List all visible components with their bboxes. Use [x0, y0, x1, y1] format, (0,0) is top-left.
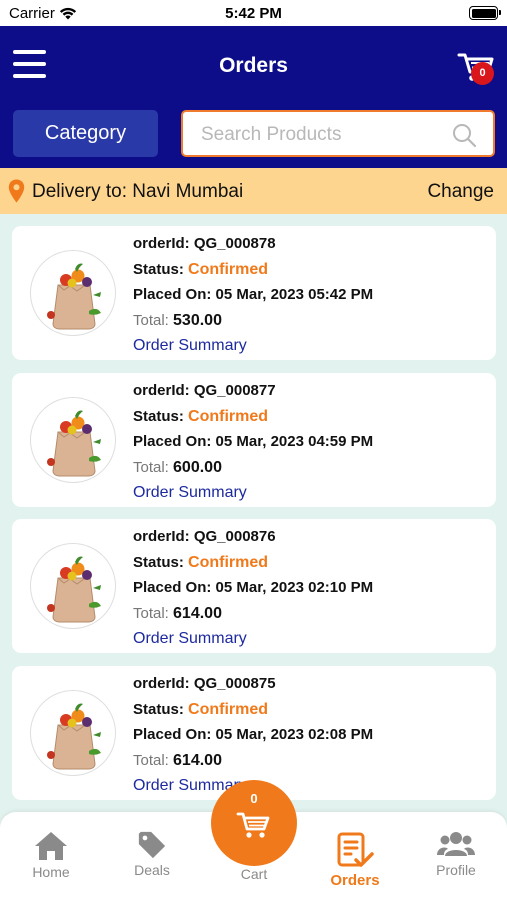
order-id-row: orderId: QG_000875: [133, 674, 373, 700]
status-label: Status:: [133, 260, 184, 278]
location-pin-icon: [8, 179, 25, 203]
order-id-label: orderId:: [133, 528, 190, 545]
total-label: Total:: [133, 311, 169, 329]
summary-row: Order Summary: [133, 336, 373, 362]
delivery-location-label: Delivery to: Navi Mumbai: [32, 181, 244, 202]
placed-on-label: Placed On:: [133, 726, 212, 743]
cart-fab-button[interactable]: 0: [211, 780, 297, 866]
tab-deals-label: Deals: [134, 862, 170, 878]
placed-on-row: Placed On: 05 Mar, 2023 02:08 PM: [133, 725, 373, 751]
tab-cart-label[interactable]: Cart: [211, 866, 297, 882]
status-value: Confirmed: [188, 407, 269, 425]
grocery-bag-icon: [47, 556, 101, 623]
status-label: Status:: [133, 553, 184, 571]
order-card[interactable]: orderId: QG_000878 Status: Confirmed Pla…: [12, 226, 496, 360]
placed-on-row: Placed On: 05 Mar, 2023 04:59 PM: [133, 432, 373, 458]
order-info: orderId: QG_000876 Status: Confirmed Pla…: [133, 527, 373, 655]
tab-orders-label: Orders: [330, 872, 380, 889]
order-image: [30, 690, 116, 776]
tab-profile[interactable]: Profile: [416, 830, 496, 878]
total-label: Total:: [133, 604, 169, 622]
home-icon: [35, 832, 67, 860]
grocery-bag-icon: [47, 703, 101, 770]
profile-icon: [437, 832, 475, 856]
order-summary-link[interactable]: Order Summary: [133, 337, 247, 354]
order-id-row: orderId: QG_000877: [133, 381, 373, 407]
total-label: Total:: [133, 751, 169, 769]
tab-orders[interactable]: Orders: [315, 830, 395, 889]
order-image: [30, 250, 116, 336]
order-id-value: QG_000877: [193, 382, 276, 399]
cart-fab-count: 0: [250, 791, 258, 806]
order-info: orderId: QG_000878 Status: Confirmed Pla…: [133, 234, 373, 362]
placed-on-label: Placed On:: [133, 579, 212, 596]
order-id-label: orderId:: [133, 382, 190, 399]
total-row: Total: 614.00: [133, 604, 373, 630]
status-label: Status:: [133, 407, 184, 425]
placed-on-value: 05 Mar, 2023 04:59 PM: [215, 433, 374, 450]
order-image: [30, 543, 116, 629]
order-id-value: QG_000878: [193, 235, 276, 252]
total-value: 600.00: [173, 458, 222, 476]
order-status-row: Status: Confirmed: [133, 700, 373, 726]
cart-count-badge: 0: [471, 62, 494, 85]
app-header: Orders 0 Category: [0, 26, 507, 168]
placed-on-value: 05 Mar, 2023 02:08 PM: [215, 726, 374, 743]
total-row: Total: 614.00: [133, 751, 373, 777]
status-bar: Carrier 5:42 PM: [0, 0, 507, 26]
search-box[interactable]: [181, 110, 495, 157]
order-summary-link[interactable]: Order Summary: [133, 630, 247, 647]
order-id-row: orderId: QG_000876: [133, 527, 373, 553]
order-card[interactable]: orderId: QG_000876 Status: Confirmed Pla…: [12, 519, 496, 653]
page-title: Orders: [219, 54, 288, 77]
search-icon[interactable]: [451, 122, 477, 148]
status-value: Confirmed: [188, 260, 269, 278]
tab-deals[interactable]: Deals: [112, 830, 192, 878]
tab-profile-label: Profile: [436, 862, 476, 878]
order-id-value: QG_000876: [193, 528, 276, 545]
summary-row: Order Summary: [133, 629, 373, 655]
placed-on-value: 05 Mar, 2023 05:42 PM: [215, 286, 374, 303]
tag-icon: [138, 831, 166, 859]
search-input[interactable]: [201, 122, 451, 148]
grocery-bag-icon: [47, 263, 101, 330]
grocery-bag-icon: [47, 410, 101, 477]
order-card[interactable]: orderId: QG_000877 Status: Confirmed Pla…: [12, 373, 496, 507]
battery-icon: [469, 6, 501, 20]
delivery-bar: Delivery to: Navi Mumbai Change: [0, 168, 507, 214]
orders-icon: [337, 832, 374, 867]
order-id-value: QG_000875: [193, 675, 276, 692]
placed-on-label: Placed On:: [133, 433, 212, 450]
status-label: Status:: [133, 700, 184, 718]
placed-on-label: Placed On:: [133, 286, 212, 303]
total-value: 614.00: [173, 604, 222, 622]
order-id-row: orderId: QG_000878: [133, 234, 373, 260]
total-value: 530.00: [173, 311, 222, 329]
order-image: [30, 397, 116, 483]
total-row: Total: 600.00: [133, 458, 373, 484]
placed-on-value: 05 Mar, 2023 02:10 PM: [215, 579, 374, 596]
order-id-label: orderId:: [133, 675, 190, 692]
change-location-link[interactable]: Change: [427, 181, 494, 203]
summary-row: Order Summary: [133, 483, 373, 509]
status-time: 5:42 PM: [225, 5, 282, 22]
order-status-row: Status: Confirmed: [133, 260, 373, 286]
order-info: orderId: QG_000877 Status: Confirmed Pla…: [133, 381, 373, 509]
cart-icon: [236, 812, 270, 838]
tab-home-label: Home: [32, 864, 70, 880]
status-value: Confirmed: [188, 700, 269, 718]
tab-home[interactable]: Home: [11, 830, 91, 880]
placed-on-row: Placed On: 05 Mar, 2023 02:10 PM: [133, 578, 373, 604]
order-status-row: Status: Confirmed: [133, 553, 373, 579]
order-id-label: orderId:: [133, 235, 190, 252]
placed-on-row: Placed On: 05 Mar, 2023 05:42 PM: [133, 285, 373, 311]
total-row: Total: 530.00: [133, 311, 373, 337]
order-status-row: Status: Confirmed: [133, 407, 373, 433]
status-value: Confirmed: [188, 553, 269, 571]
category-button[interactable]: Category: [13, 110, 158, 157]
order-summary-link[interactable]: Order Summary: [133, 484, 247, 501]
total-value: 614.00: [173, 751, 222, 769]
total-label: Total:: [133, 458, 169, 476]
